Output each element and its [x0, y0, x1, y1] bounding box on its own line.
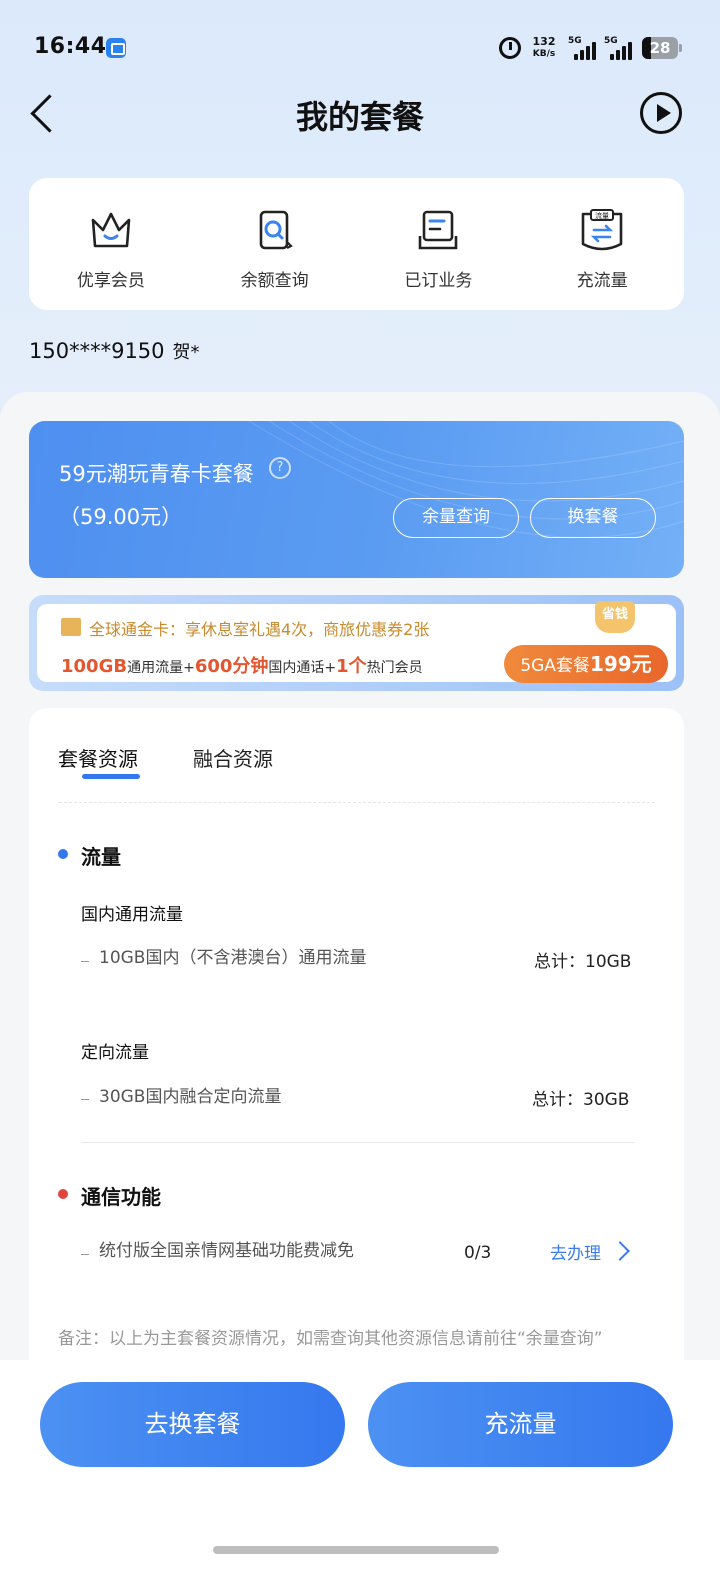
list-bullet — [81, 961, 89, 962]
traffic-dot-icon — [58, 849, 68, 859]
status-bar: 16:44 132 KB/s 5G 5G 28 — [0, 0, 720, 96]
crown-icon — [91, 212, 131, 248]
network-speed: 132 KB/s — [532, 35, 556, 60]
home-indicator[interactable] — [213, 1546, 499, 1554]
battery-indicator: 28 — [642, 37, 682, 59]
page-title: 我的套餐 — [295, 98, 424, 136]
tab-divider — [59, 802, 655, 803]
recharge-traffic-button[interactable]: 充流量 — [368, 1382, 673, 1467]
bottom-action-bar: 去换套餐 充流量 — [0, 1360, 720, 1584]
quick-item-label: 充流量 — [576, 271, 628, 291]
list-bullet — [81, 1254, 89, 1255]
chevron-right-icon[interactable] — [610, 1241, 630, 1261]
orders-icon — [419, 210, 458, 250]
traffic-section-title: 流量 — [81, 845, 121, 869]
quick-item-label: 已订业务 — [404, 271, 473, 291]
resources-card: 套餐资源 融合资源 流量 国内通用流量 10GB国内（不含港澳台）通用流量 总计… — [29, 708, 684, 1408]
svg-text:流量: 流量 — [595, 211, 609, 220]
status-time: 16:44 — [34, 34, 107, 59]
directed-traffic-title: 定向流量 — [81, 1043, 149, 1063]
promo-headline: 全球通金卡：享休息室礼遇4次，商旅优惠券2张 — [89, 620, 430, 639]
gift-icon — [61, 618, 81, 636]
phone-number: 150****9150 — [29, 339, 165, 363]
quick-item-recharge-traffic[interactable]: 流量 充流量 — [520, 178, 684, 310]
signal-1-icon: 5G — [568, 36, 602, 60]
comm-dot-icon — [58, 1189, 68, 1199]
directed-traffic-total: 总计：30GB — [532, 1090, 630, 1110]
balance-query-button[interactable]: 余量查询 — [393, 498, 519, 538]
search-doc-icon — [259, 210, 293, 250]
tab-package-resources[interactable]: 套餐资源 — [58, 743, 138, 772]
account-info: 150****9150 贺* — [29, 338, 200, 364]
promo-content: 全球通金卡：享休息室礼遇4次，商旅优惠券2张 100GB通用流量+600分钟国内… — [37, 601, 676, 683]
list-bullet — [81, 1099, 89, 1100]
package-card: 59元潮玩青春卡套餐 ? （59.00元） 余量查询 换套餐 — [29, 421, 684, 578]
comm-section-title: 通信功能 — [81, 1185, 161, 1209]
go-handle-link[interactable]: 去办理 — [550, 1239, 601, 1264]
tab-converged-resources[interactable]: 融合资源 — [193, 743, 273, 772]
change-package-button[interactable]: 换套餐 — [530, 498, 656, 538]
save-money-tag: 省钱 — [595, 601, 635, 633]
app-notification-icon — [106, 38, 126, 58]
traffic-icon: 流量 — [581, 209, 623, 251]
remark-text: 备注：以上为主套餐资源情况，如需查询其他资源信息请前往“余量查询” — [58, 1329, 603, 1349]
quick-item-member[interactable]: 优享会员 — [29, 178, 193, 310]
package-name: 59元潮玩青春卡套餐 — [59, 462, 254, 486]
comm-item: 统付版全国亲情网基础功能费减免 — [99, 1241, 354, 1261]
quick-item-label: 余额查询 — [240, 271, 309, 291]
play-icon[interactable] — [640, 92, 682, 134]
quick-item-balance[interactable]: 余额查询 — [193, 178, 357, 310]
quick-item-orders[interactable]: 已订业务 — [357, 178, 521, 310]
quick-entry-card: 优享会员 余额查询 已订业务 流量 充流量 — [29, 178, 684, 310]
promo-package-button[interactable]: 5GA套餐199元 — [504, 645, 668, 683]
help-icon[interactable]: ? — [269, 457, 291, 479]
general-traffic-total: 总计：10GB — [534, 952, 632, 972]
general-traffic-title: 国内通用流量 — [81, 905, 183, 925]
comm-count: 0/3 — [464, 1243, 492, 1263]
section-divider — [81, 1142, 634, 1143]
change-package-main-button[interactable]: 去换套餐 — [40, 1382, 345, 1467]
promo-banner[interactable]: 全球通金卡：享休息室礼遇4次，商旅优惠券2张 100GB通用流量+600分钟国内… — [29, 595, 684, 691]
package-price: （59.00元） — [59, 505, 183, 529]
tab-indicator — [82, 774, 140, 779]
quick-item-label: 优享会员 — [76, 271, 145, 291]
directed-traffic-item: 30GB国内融合定向流量 — [99, 1087, 282, 1107]
signal-2-icon: 5G — [604, 36, 638, 60]
alarm-icon — [499, 37, 521, 59]
general-traffic-item: 10GB国内（不含港澳台）通用流量 — [99, 948, 367, 968]
account-name: 贺* — [172, 342, 200, 363]
promo-detail: 100GB通用流量+600分钟国内通话+1个热门会员 — [61, 656, 423, 677]
